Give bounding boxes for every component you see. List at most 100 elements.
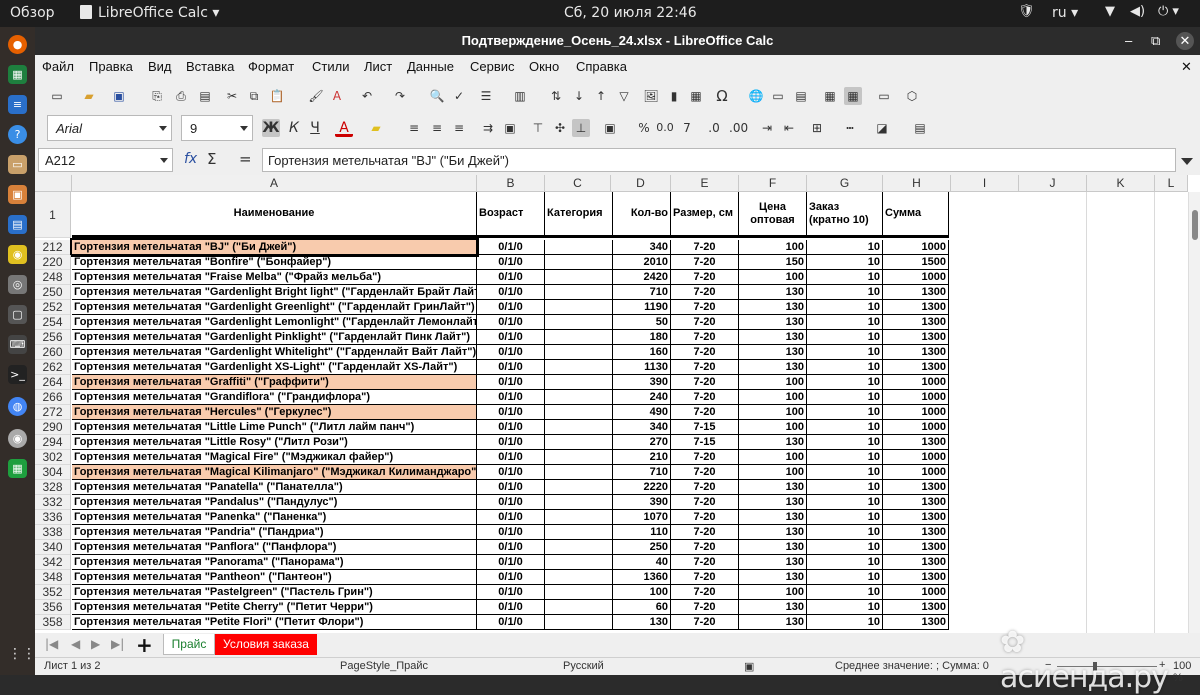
cell-empty[interactable] (545, 435, 613, 450)
cell-qty[interactable]: 50 (613, 315, 671, 330)
cell-order[interactable]: 10 (807, 465, 883, 480)
cell-name[interactable]: Гортензия метельчатая "Little Lime Punch… (72, 420, 477, 435)
cell-age[interactable]: 0/1/0 (477, 600, 545, 615)
cell-price[interactable]: 100 (739, 585, 807, 600)
archive-icon[interactable]: ▣ (8, 185, 27, 204)
console-icon[interactable]: >_ (8, 365, 27, 384)
cell-name[interactable]: Гортензия метельчатая "Gardenlight Lemon… (72, 315, 477, 330)
freeze-rows-icon[interactable]: ▦ (844, 87, 862, 105)
selection-summary[interactable]: Среднее значение: ; Сумма: 0 (835, 660, 989, 672)
italic-button[interactable]: К (285, 119, 303, 137)
delete-decimal-icon[interactable]: .00 (729, 119, 748, 137)
column-header[interactable]: F (739, 175, 807, 192)
cell-qty[interactable]: 2220 (613, 480, 671, 495)
cell-order[interactable]: 10 (807, 585, 883, 600)
cell-size[interactable]: 7-15 (671, 435, 739, 450)
cell-sum[interactable]: 1300 (883, 525, 949, 540)
cell-price[interactable]: 130 (739, 435, 807, 450)
terminal-icon[interactable]: ⌨ (8, 335, 27, 354)
cell-size[interactable]: 7-20 (671, 300, 739, 315)
cell-qty[interactable]: 60 (613, 600, 671, 615)
cell-qty[interactable]: 1190 (613, 300, 671, 315)
cell-empty[interactable] (545, 345, 613, 360)
cell-qty[interactable]: 270 (613, 435, 671, 450)
maximize-icon[interactable]: ⧉ (1151, 27, 1160, 55)
cell-qty[interactable]: 100 (613, 585, 671, 600)
vertical-scrollbar[interactable] (1188, 192, 1200, 650)
cell-sum[interactable]: 1300 (883, 315, 949, 330)
row-header[interactable]: 260 (35, 345, 71, 360)
row-header[interactable]: 342 (35, 555, 71, 570)
cell-name[interactable]: Гортензия метельчатая "Gardenlight Green… (72, 300, 477, 315)
cell-order[interactable]: 10 (807, 315, 883, 330)
formula-input[interactable]: Гортензия метельчатая "BJ" ("Би Джей") (262, 148, 1176, 172)
undo-icon[interactable]: ↶ (358, 87, 376, 105)
name-box[interactable]: A212 (38, 148, 173, 172)
column-header[interactable]: E (671, 175, 739, 192)
cell-name[interactable]: Гортензия метельчатая "Pandria" ("Пандри… (72, 525, 477, 540)
header-sum[interactable]: Сумма (883, 192, 949, 238)
cell-order[interactable]: 10 (807, 435, 883, 450)
cell-size[interactable]: 7-20 (671, 615, 739, 630)
autofilter-icon[interactable]: ▽ (615, 87, 633, 105)
define-print-area-icon[interactable]: ▦ (821, 87, 839, 105)
cell-sum[interactable]: 1000 (883, 465, 949, 480)
cell-name[interactable]: Гортензия метельчатая "Panorama" ("Панор… (72, 555, 477, 570)
row-header[interactable]: 1 (35, 192, 71, 238)
cell-age[interactable]: 0/1/0 (477, 360, 545, 375)
cell-name[interactable]: Гортензия метельчатая "Fraise Melba" ("Ф… (72, 270, 477, 285)
cell-empty[interactable] (545, 555, 613, 570)
cell-qty[interactable]: 340 (613, 420, 671, 435)
power-icon[interactable]: ⏻ ▾ (1158, 4, 1179, 19)
merge-cells-icon[interactable]: ▣ (501, 119, 519, 137)
clear-formatting-icon[interactable]: A (328, 87, 346, 105)
cell-size[interactable]: 7-20 (671, 240, 739, 255)
cell-sum[interactable]: 1300 (883, 555, 949, 570)
cell-size[interactable]: 7-20 (671, 270, 739, 285)
conditional-format-icon[interactable]: ▤ (911, 119, 929, 137)
cell-sum[interactable]: 1300 (883, 285, 949, 300)
cell-age[interactable]: 0/1/0 (477, 585, 545, 600)
row-header[interactable]: 358 (35, 615, 71, 630)
cell-price[interactable]: 130 (739, 525, 807, 540)
cell-price[interactable]: 130 (739, 555, 807, 570)
cell-age[interactable]: 0/1/0 (477, 480, 545, 495)
cell-name[interactable]: Гортензия метельчатая "Pantheon" ("Панте… (72, 570, 477, 585)
cell-qty[interactable]: 710 (613, 465, 671, 480)
cell-size[interactable]: 7-20 (671, 600, 739, 615)
column-icon[interactable]: ▥ (511, 87, 529, 105)
cell-empty[interactable] (545, 360, 613, 375)
print-icon[interactable]: ⎙ (172, 87, 190, 105)
cell-size[interactable]: 7-20 (671, 255, 739, 270)
cell-price[interactable]: 130 (739, 495, 807, 510)
font-size-box[interactable]: 9 (181, 115, 253, 141)
row-header[interactable]: 266 (35, 390, 71, 405)
cell-name[interactable]: Гортензия метельчатая "Magical Kilimanja… (72, 465, 477, 480)
cell-qty[interactable]: 2010 (613, 255, 671, 270)
language-status[interactable]: Русский (563, 660, 604, 672)
cell-age[interactable]: 0/1/0 (477, 540, 545, 555)
new-icon[interactable]: ▭ (48, 87, 66, 105)
align-middle-icon[interactable]: ✣ (551, 119, 569, 137)
cell-sum[interactable]: 1300 (883, 435, 949, 450)
minimize-icon[interactable]: – (1125, 27, 1132, 55)
header-category[interactable]: Категория (545, 192, 613, 238)
cell-age[interactable]: 0/1/0 (477, 525, 545, 540)
cell-age[interactable]: 0/1/0 (477, 420, 545, 435)
function-wizard-icon[interactable]: fx (184, 151, 197, 167)
menu-tools[interactable]: Сервис (470, 59, 515, 74)
borders-icon[interactable]: ⊞ (808, 119, 826, 137)
cell-sum[interactable]: 1000 (883, 420, 949, 435)
files-icon[interactable]: ▭ (8, 155, 27, 174)
chevron-down-icon[interactable] (160, 158, 168, 163)
column-header[interactable]: A (72, 175, 477, 192)
cell-price[interactable]: 130 (739, 540, 807, 555)
align-left-icon[interactable]: ≡ (405, 119, 423, 137)
cell-age[interactable]: 0/1/0 (477, 390, 545, 405)
cell-size[interactable]: 7-20 (671, 345, 739, 360)
cell-order[interactable]: 10 (807, 270, 883, 285)
row-icon[interactable]: ☰ (477, 87, 495, 105)
cell-name[interactable]: Гортензия метельчатая "Petite Flori" ("П… (72, 615, 477, 630)
writer-icon[interactable]: ≡ (8, 95, 27, 114)
underline-button[interactable]: Ч (306, 119, 324, 137)
